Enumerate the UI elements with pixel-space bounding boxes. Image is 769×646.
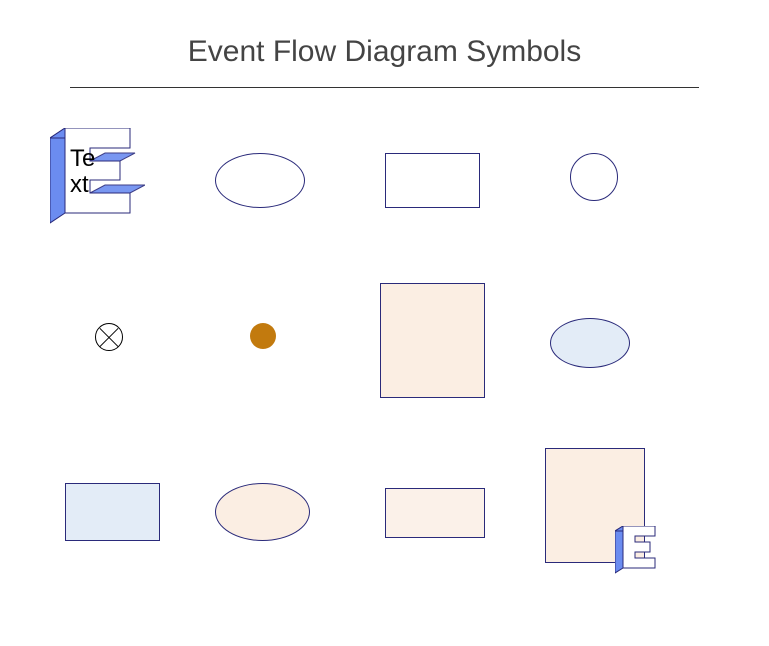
- diagram-title: Event Flow Diagram Symbols: [0, 0, 769, 69]
- symbol-ellipse-peach: [215, 483, 310, 541]
- e-block-label: Te xt: [70, 146, 95, 199]
- small-e-icon: [615, 526, 660, 579]
- symbol-grid: Te xt: [60, 128, 709, 628]
- symbol-circle-plain: [570, 153, 618, 201]
- symbol-3d-e-block: Te xt: [50, 128, 140, 223]
- symbol-rectangle-plain: [385, 153, 480, 208]
- symbol-filled-dot: [250, 323, 276, 349]
- symbol-rectangle-peach-large: [380, 283, 485, 398]
- symbol-rectangle-peach-with-e: [545, 448, 645, 563]
- symbol-rectangle-blue: [65, 483, 160, 541]
- title-divider: [70, 87, 699, 88]
- symbol-ellipse-plain: [215, 153, 305, 208]
- symbol-xor-gate: [95, 323, 123, 351]
- symbol-ellipse-blue: [550, 318, 630, 368]
- symbol-rectangle-peach-small: [385, 488, 485, 538]
